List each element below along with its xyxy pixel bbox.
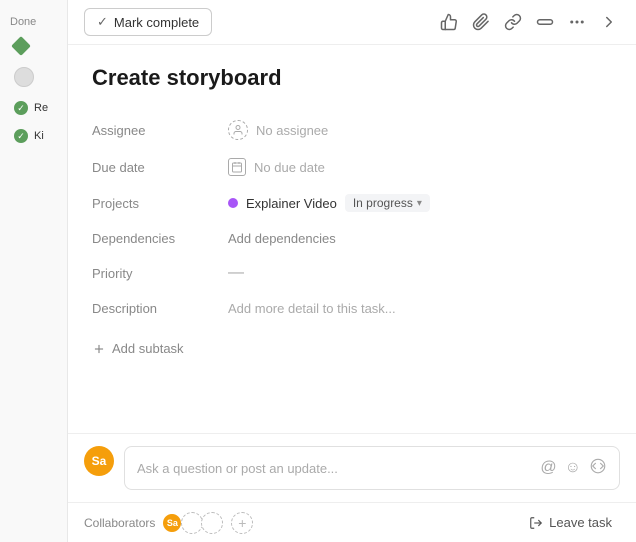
diamond-icon: [11, 36, 31, 56]
project-status-badge[interactable]: In progress ▾: [345, 194, 430, 212]
dependencies-label: Dependencies: [92, 231, 222, 246]
more-options-button[interactable]: [566, 11, 588, 33]
toolbar-actions: [438, 11, 620, 33]
priority-label: Priority: [92, 266, 222, 281]
sidebar-item-kick-text: Ki: [34, 130, 44, 142]
description-placeholder-text: Add more detail to this task...: [228, 301, 396, 316]
collaborators-section: Collaborators Sa +: [84, 512, 253, 534]
sidebar-item-review[interactable]: Re: [4, 95, 63, 121]
mark-complete-label: Mark complete: [114, 15, 199, 30]
projects-row: Projects Explainer Video In progress ▾: [92, 185, 612, 221]
check-done-icon: [14, 101, 28, 115]
emoji-icon[interactable]: ☺: [565, 459, 581, 477]
dependencies-value[interactable]: Add dependencies: [222, 228, 342, 249]
add-collaborator-button[interactable]: +: [231, 512, 253, 534]
mention-icon[interactable]: @: [540, 459, 556, 477]
user-avatar-icon: [14, 67, 34, 87]
assignee-value[interactable]: No assignee: [222, 117, 334, 143]
project-value[interactable]: Explainer Video In progress ▾: [222, 191, 436, 215]
leave-task-button[interactable]: Leave task: [521, 511, 620, 534]
comment-area: Sa Ask a question or post an update... @…: [68, 433, 636, 502]
thumbs-up-icon: [440, 13, 458, 31]
collab-avatars: Sa: [161, 512, 217, 534]
project-color-dot: [228, 198, 238, 208]
chevron-down-icon: ▾: [417, 198, 422, 209]
main-panel: ✓ Mark complete: [68, 0, 636, 542]
footer: Collaborators Sa + Leave task: [68, 502, 636, 542]
like-button[interactable]: [438, 11, 460, 33]
plus-icon: [92, 342, 106, 356]
due-date-row: Due date No due date: [92, 149, 612, 185]
priority-dash: —: [228, 264, 244, 282]
task-content: Create storyboard Assignee No assignee D…: [68, 45, 636, 433]
assignee-text: No assignee: [256, 123, 328, 138]
assignee-row: Assignee No assignee: [92, 111, 612, 149]
attach-button[interactable]: [470, 11, 492, 33]
chain-link-button[interactable]: [534, 11, 556, 33]
leave-task-label: Leave task: [549, 515, 612, 530]
add-subtask-button[interactable]: Add subtask: [92, 337, 184, 360]
due-date-value[interactable]: No due date: [222, 155, 331, 179]
chain-icon: [536, 13, 554, 31]
link-task-button[interactable]: [502, 11, 524, 33]
comment-input-wrapper[interactable]: Ask a question or post an update... @ ☺: [124, 446, 620, 490]
sidebar-item-user[interactable]: [4, 61, 63, 93]
comment-icons: @ ☺: [540, 457, 607, 480]
add-dependencies-text: Add dependencies: [228, 231, 336, 246]
priority-row: Priority —: [92, 255, 612, 291]
sidebar-item-kick[interactable]: Ki: [4, 123, 63, 149]
collab-avatar-sa: Sa: [161, 512, 183, 534]
leave-icon: [529, 516, 543, 530]
expand-button[interactable]: [598, 11, 620, 33]
comment-placeholder: Ask a question or post an update...: [137, 461, 540, 476]
gif-icon[interactable]: [589, 457, 607, 480]
dependencies-row: Dependencies Add dependencies: [92, 221, 612, 255]
due-date-text: No due date: [254, 160, 325, 175]
more-dots-icon: [568, 13, 586, 31]
add-subtask-label: Add subtask: [112, 341, 184, 356]
expand-icon: [600, 13, 618, 31]
toolbar: ✓ Mark complete: [68, 0, 636, 45]
assignee-icon: [228, 120, 248, 140]
project-name: Explainer Video: [246, 196, 337, 211]
done-section-label: Done: [0, 8, 67, 32]
collaborators-label: Collaborators: [84, 516, 155, 530]
link-icon: [504, 13, 522, 31]
mark-complete-button[interactable]: ✓ Mark complete: [84, 8, 212, 36]
calendar-icon: [228, 158, 246, 176]
projects-label: Projects: [92, 196, 222, 211]
check-circle-icon: [14, 129, 28, 143]
subtask-section: Add subtask: [92, 325, 612, 368]
assignee-label: Assignee: [92, 123, 222, 138]
task-title: Create storyboard: [92, 65, 612, 91]
collab-avatar-dashed-2: [201, 512, 223, 534]
paperclip-icon: [472, 13, 490, 31]
description-value[interactable]: Add more detail to this task...: [222, 298, 402, 319]
description-row: Description Add more detail to this task…: [92, 291, 612, 325]
priority-value[interactable]: —: [222, 261, 250, 285]
sidebar-item-review-text: Re: [34, 102, 48, 114]
collab-avatar-dashed-1: [181, 512, 203, 534]
due-date-label: Due date: [92, 160, 222, 175]
sidebar: Done Re Ki: [0, 0, 68, 542]
description-label: Description: [92, 301, 222, 316]
project-status-text: In progress: [353, 196, 413, 210]
sidebar-item-project[interactable]: [4, 33, 63, 59]
user-avatar: Sa: [84, 446, 114, 476]
check-icon: ✓: [97, 14, 108, 30]
